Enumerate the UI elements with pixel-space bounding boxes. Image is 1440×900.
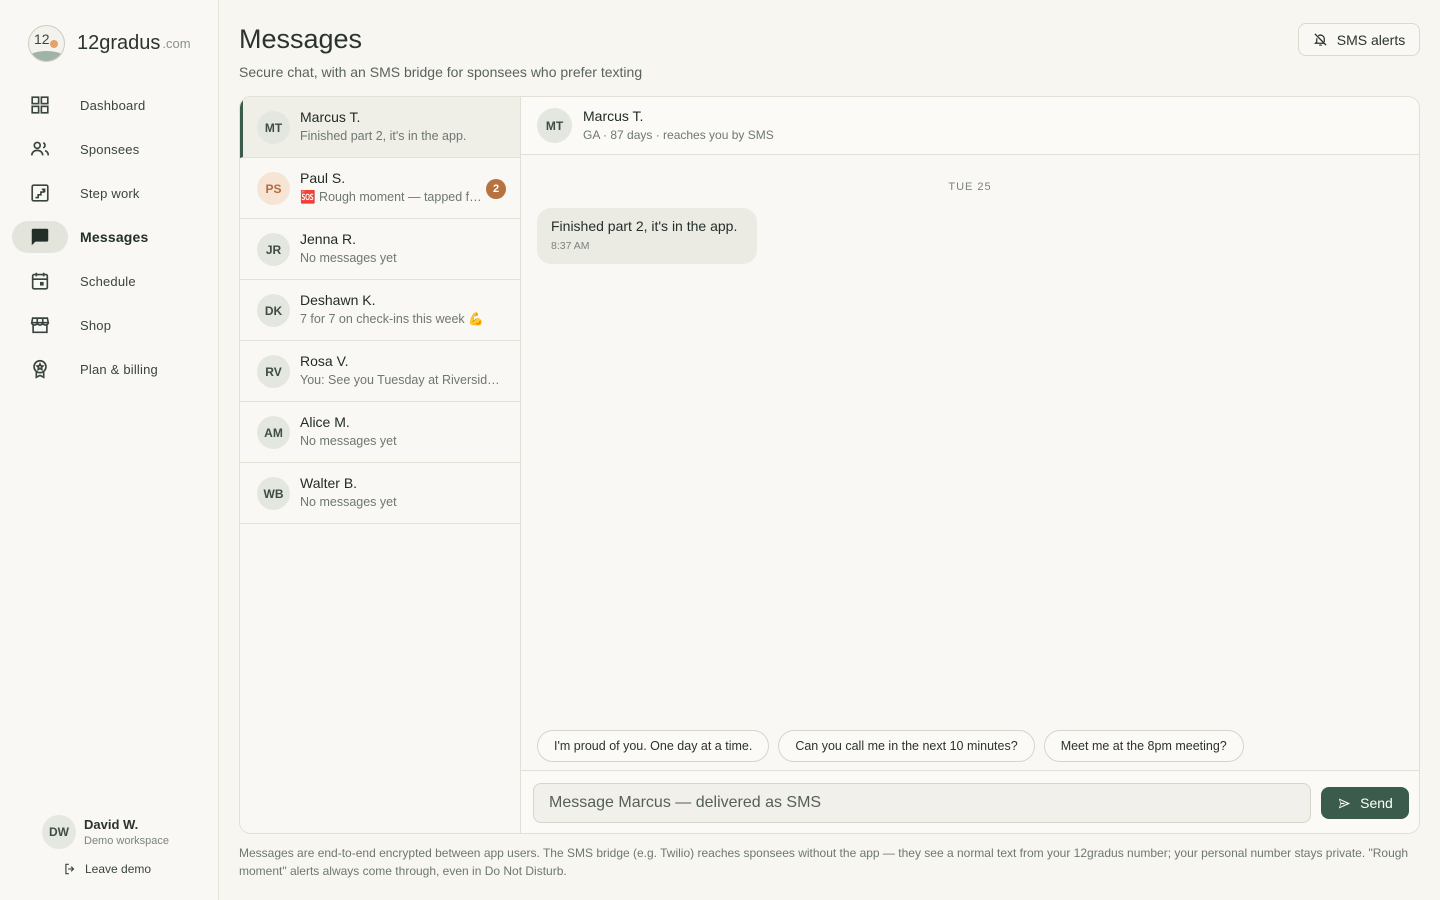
- conversation-preview: 7 for 7 on check-ins this week 💪: [300, 312, 484, 326]
- brand[interactable]: 12 12gradus .com: [28, 25, 191, 62]
- user-profile[interactable]: DW David W. Demo workspace: [42, 815, 169, 849]
- chat-icon: [12, 221, 68, 253]
- sms-alerts-button[interactable]: SMS alerts: [1298, 23, 1420, 56]
- conversation-preview: No messages yet: [300, 251, 397, 265]
- quick-reply-chip[interactable]: I'm proud of you. One day at a time.: [537, 730, 770, 762]
- workspace-name: Demo workspace: [84, 835, 169, 847]
- sidebar-item-sponsees[interactable]: Sponsees: [12, 133, 208, 165]
- conversation-item[interactable]: PS Paul S. 🆘 Rough moment — tapped f… 2: [240, 158, 520, 219]
- chat-contact-name: Marcus T.: [583, 108, 644, 124]
- avatar: JR: [257, 233, 290, 266]
- unread-badge: 2: [486, 179, 506, 199]
- send-button[interactable]: Send: [1321, 787, 1409, 819]
- message-text: Finished part 2, it's in the app.: [551, 218, 738, 234]
- store-icon: [12, 309, 68, 341]
- sidebar-item-dashboard[interactable]: Dashboard: [12, 89, 208, 121]
- sidebar-item-schedule[interactable]: Schedule: [12, 265, 208, 297]
- send-label: Send: [1360, 795, 1393, 811]
- quick-replies: I'm proud of you. One day at a time. Can…: [537, 730, 1253, 762]
- conversation-name: Paul S.: [300, 170, 346, 186]
- conversation-item[interactable]: MT Marcus T. Finished part 2, it's in th…: [240, 97, 520, 158]
- calendar-icon: [12, 265, 68, 297]
- conversation-preview: No messages yet: [300, 495, 397, 509]
- page-subtitle: Secure chat, with an SMS bridge for spon…: [239, 64, 643, 80]
- conversation-item[interactable]: AM Alice M. No messages yet: [240, 402, 520, 463]
- avatar: PS: [257, 172, 290, 205]
- sidebar-item-label: Sponsees: [80, 141, 140, 157]
- avatar: AM: [257, 416, 290, 449]
- messages-panel: MT Marcus T. Finished part 2, it's in th…: [239, 96, 1420, 834]
- conversation-name: Deshawn K.: [300, 292, 376, 308]
- footnote: Messages are end-to-end encrypted betwee…: [239, 846, 1409, 878]
- leave-demo-label: Leave demo: [85, 862, 152, 876]
- conversation-item[interactable]: RV Rosa V. You: See you Tuesday at River…: [240, 341, 520, 402]
- conversation-name: Walter B.: [300, 475, 358, 491]
- people-icon: [12, 133, 68, 165]
- sidebar-item-shop[interactable]: Shop: [12, 309, 208, 341]
- sidebar-item-label: Plan & billing: [80, 361, 158, 377]
- sidebar-item-label: Dashboard: [80, 97, 146, 113]
- sidebar-item-messages[interactable]: Messages: [12, 221, 208, 253]
- message-time: 8:37 AM: [551, 240, 590, 252]
- conversation-name: Jenna R.: [300, 231, 357, 247]
- sidebar: 12 12gradus .com Dashboard Sponsees Step…: [0, 0, 219, 900]
- message-composer: Send: [521, 770, 1419, 833]
- avatar: DW: [42, 815, 76, 849]
- quick-reply-chip[interactable]: Can you call me in the next 10 minutes?: [778, 730, 1035, 762]
- bell-off-icon: [1313, 33, 1327, 46]
- avatar: RV: [257, 355, 290, 388]
- chat-view: MT Marcus T. GA · 87 days · reaches you …: [521, 97, 1419, 833]
- conversation-item[interactable]: JR Jenna R. No messages yet: [240, 219, 520, 280]
- page-title: Messages: [239, 24, 363, 54]
- sidebar-item-plan-billing[interactable]: Plan & billing: [12, 353, 208, 385]
- conversation-name: Alice M.: [300, 414, 350, 430]
- sidebar-item-label: Shop: [80, 317, 112, 333]
- conversation-list: MT Marcus T. Finished part 2, it's in th…: [240, 97, 521, 833]
- send-icon: [1339, 798, 1351, 808]
- conversation-preview: You: See you Tuesday at Riverside…: [300, 373, 505, 387]
- day-separator: TUE 25: [948, 181, 992, 193]
- message-input[interactable]: [533, 783, 1311, 823]
- sidebar-item-label: Messages: [80, 229, 149, 245]
- avatar: MT: [537, 108, 572, 143]
- quick-reply-chip[interactable]: Meet me at the 8pm meeting?: [1043, 730, 1244, 762]
- conversation-item[interactable]: WB Walter B. No messages yet: [240, 463, 520, 524]
- avatar: MT: [257, 111, 290, 144]
- stairs-icon: [12, 177, 68, 209]
- sidebar-item-label: Schedule: [80, 273, 136, 289]
- brand-logo-icon: 12: [28, 25, 65, 62]
- sidebar-nav: Dashboard Sponsees Step work Messages Sc…: [12, 89, 208, 397]
- chat-contact-meta: GA · 87 days · reaches you by SMS: [583, 128, 774, 142]
- chat-header: MT Marcus T. GA · 87 days · reaches you …: [521, 97, 1419, 155]
- conversation-name: Rosa V.: [300, 353, 349, 369]
- brand-tld: .com: [162, 36, 191, 51]
- dashboard-icon: [12, 89, 68, 121]
- user-name: David W.: [84, 817, 139, 832]
- conversation-item[interactable]: DK Deshawn K. 7 for 7 on check-ins this …: [240, 280, 520, 341]
- sidebar-item-step-work[interactable]: Step work: [12, 177, 208, 209]
- leave-demo-link[interactable]: Leave demo: [63, 862, 151, 876]
- message-bubble: Finished part 2, it's in the app. 8:37 A…: [537, 208, 757, 264]
- avatar: DK: [257, 294, 290, 327]
- badge-icon: [12, 353, 68, 385]
- sidebar-item-label: Step work: [80, 185, 140, 201]
- brand-name: 12gradus: [77, 32, 161, 54]
- avatar: WB: [257, 477, 290, 510]
- conversation-name: Marcus T.: [300, 109, 361, 125]
- logout-icon: [65, 863, 75, 875]
- sms-alerts-label: SMS alerts: [1336, 31, 1406, 48]
- conversation-preview: 🆘 Rough moment — tapped f…: [300, 190, 482, 204]
- conversation-preview: No messages yet: [300, 434, 397, 448]
- conversation-preview: Finished part 2, it's in the app.: [300, 129, 467, 143]
